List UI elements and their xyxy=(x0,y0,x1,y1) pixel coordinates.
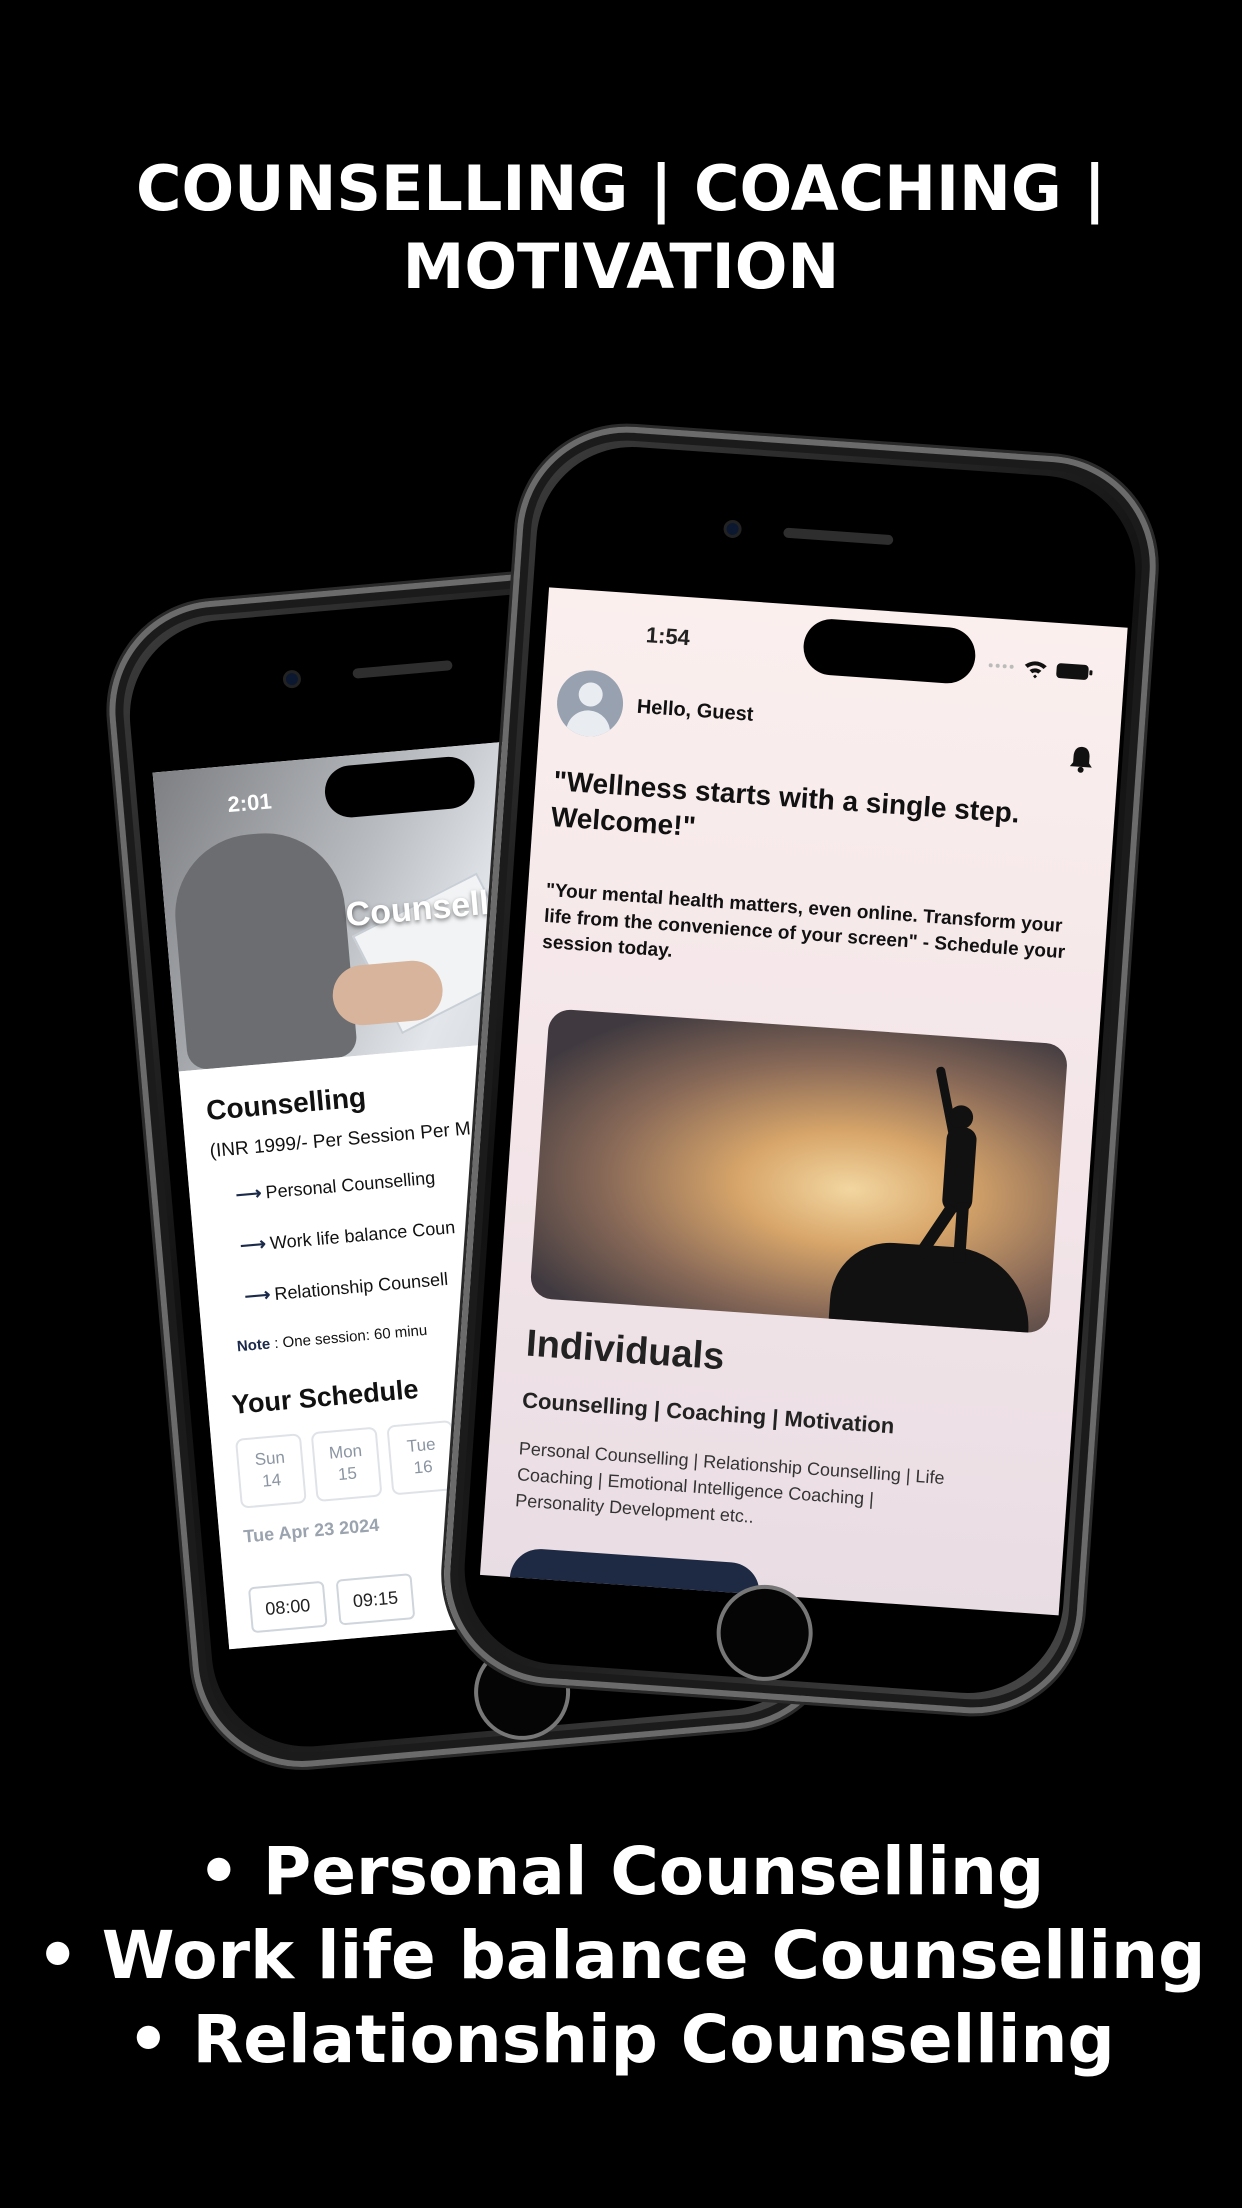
day-option[interactable]: Mon 15 xyxy=(310,1426,383,1503)
day-option[interactable]: Sun 14 xyxy=(234,1433,307,1509)
phone-mockup-front: 1:54 Hello, Guest "Wellness starts with … xyxy=(436,419,1164,1721)
status-time: 2:01 xyxy=(226,788,273,818)
day-option[interactable]: Tue 16 xyxy=(386,1419,459,1496)
headline-line-1: COUNSELLING | COACHING | xyxy=(135,152,1107,225)
feature-bullets: • Personal Counselling • Work life balan… xyxy=(0,1830,1242,2082)
avatar[interactable] xyxy=(554,668,626,739)
status-time: 1:54 xyxy=(645,622,691,651)
section-title: Individuals xyxy=(524,1322,726,1379)
bell-icon[interactable] xyxy=(1067,744,1095,774)
bullet-item: • Relationship Counselling xyxy=(127,2001,1115,2078)
time-slot[interactable]: 08:00 xyxy=(247,1580,328,1634)
arrow-right-icon: ⟶ xyxy=(239,1233,267,1256)
section-description: Personal Counselling | Relationship Coun… xyxy=(514,1438,946,1527)
motivational-quote: "Your mental health matters, even online… xyxy=(541,879,1066,964)
status-icons xyxy=(988,661,1093,680)
motivation-image xyxy=(529,1008,1069,1334)
greeting-row: Hello, Guest xyxy=(554,668,1109,776)
home-screen: 1:54 Hello, Guest "Wellness starts with … xyxy=(479,587,1128,1616)
section-subtitle: Counselling | Coaching | Motivation xyxy=(521,1387,896,1439)
bullet-item: • Work life balance Counselling xyxy=(36,1917,1206,1994)
welcome-message: "Wellness starts with a single step. Wel… xyxy=(549,765,1021,843)
dynamic-island xyxy=(801,617,978,686)
headline: COUNSELLING | COACHING | MOTIVATION xyxy=(0,150,1242,306)
headline-line-2: MOTIVATION xyxy=(402,230,840,303)
arrow-right-icon: ⟶ xyxy=(243,1284,272,1307)
arrow-right-icon: ⟶ xyxy=(234,1182,263,1205)
time-slot[interactable]: 09:15 xyxy=(335,1573,416,1626)
bullet-item: • Personal Counselling xyxy=(197,1833,1045,1910)
greeting-text: Hello, Guest xyxy=(636,695,755,726)
